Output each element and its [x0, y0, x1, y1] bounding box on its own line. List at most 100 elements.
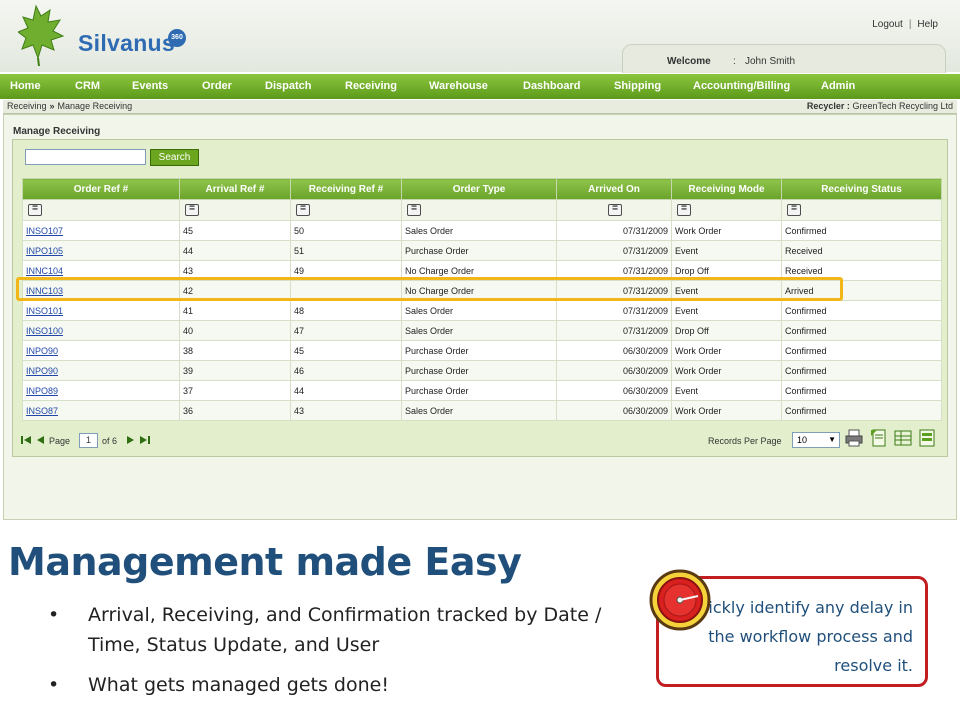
- receiving-table: Order Ref # Arrival Ref # Receiving Ref …: [22, 178, 942, 421]
- records-per-page-value: 10: [797, 435, 808, 445]
- order-ref-link[interactable]: INSO101: [26, 306, 63, 316]
- export-pdf-icon[interactable]: [870, 429, 888, 447]
- cell-order-ref[interactable]: INNC104: [22, 260, 180, 281]
- filter-button-arrived-on[interactable]: =: [608, 204, 622, 216]
- cell-arrival-ref: 36: [179, 400, 291, 421]
- search-input[interactable]: [25, 149, 146, 165]
- cell-order-ref[interactable]: INSO87: [22, 400, 180, 421]
- cell-order-type: Sales Order: [401, 300, 557, 321]
- bullet-dot: •: [48, 604, 60, 626]
- nav-warehouse[interactable]: Warehouse: [429, 80, 488, 92]
- filter-button-order-type[interactable]: =: [407, 204, 421, 216]
- chevron-down-icon: ▼: [828, 435, 836, 444]
- table-row[interactable]: INSO101 41 48 Sales Order 07/31/2009 Event Con…: [22, 300, 942, 321]
- cell-arrival-ref: 37: [179, 380, 291, 401]
- order-ref-link[interactable]: INPO90: [26, 346, 58, 356]
- column-header-arrival-ref[interactable]: Arrival Ref #: [179, 178, 291, 200]
- first-page-icon[interactable]: [21, 435, 32, 445]
- top-links-separator: |: [908, 19, 912, 30]
- order-ref-link[interactable]: INSO100: [26, 326, 63, 336]
- last-page-icon[interactable]: [139, 435, 150, 445]
- table-row[interactable]: INSO107 45 50 Sales Order 07/31/2009 Work Ord…: [22, 220, 942, 241]
- cell-receiving-mode: Work Order: [671, 340, 782, 361]
- nav-order[interactable]: Order: [202, 80, 232, 92]
- page-number-input[interactable]: 1: [79, 433, 98, 448]
- order-ref-link[interactable]: INNC104: [26, 266, 63, 276]
- cell-order-ref[interactable]: INPO90: [22, 340, 180, 361]
- help-link[interactable]: Help: [917, 19, 938, 30]
- cell-order-ref[interactable]: INPO105: [22, 240, 180, 261]
- cell-order-type: Sales Order: [401, 400, 557, 421]
- export-excel-icon[interactable]: [894, 429, 912, 447]
- cell-order-ref[interactable]: INSO100: [22, 320, 180, 341]
- column-header-order-type[interactable]: Order Type: [401, 178, 557, 200]
- cell-arrived-on: 07/31/2009: [556, 320, 672, 341]
- nav-events[interactable]: Events: [132, 80, 168, 92]
- cell-arrived-on: 06/30/2009: [556, 380, 672, 401]
- table-row[interactable]: INNC103 42 No Charge Order 07/31/2009 Event A…: [22, 280, 942, 301]
- recycler-label: Recycler :: [806, 101, 850, 111]
- table-row[interactable]: INSO100 40 47 Sales Order 07/31/2009 Drop Off…: [22, 320, 942, 341]
- nav-home[interactable]: Home: [10, 80, 41, 92]
- table-row[interactable]: INPO89 37 44 Purchase Order 06/30/2009 Event C…: [22, 380, 942, 401]
- welcome-colon: :: [733, 56, 736, 67]
- order-ref-link[interactable]: INSO107: [26, 226, 63, 236]
- recycler-value: GreenTech Recycling Ltd: [852, 101, 953, 111]
- nav-receiving[interactable]: Receiving: [345, 80, 397, 92]
- cell-order-ref[interactable]: INNC103: [22, 280, 180, 301]
- export-csv-icon[interactable]: [918, 429, 936, 447]
- main-nav: Home CRM Events Order Dispatch Receiving…: [0, 74, 960, 99]
- order-ref-link[interactable]: INPO89: [26, 386, 58, 396]
- cell-order-ref[interactable]: INSO101: [22, 300, 180, 321]
- records-per-page-select[interactable]: 10 ▼: [792, 432, 840, 448]
- previous-page-icon[interactable]: [36, 435, 45, 445]
- cell-receiving-status: Confirmed: [781, 360, 942, 381]
- column-header-receiving-mode[interactable]: Receiving Mode: [671, 178, 782, 200]
- order-ref-link[interactable]: INSO87: [26, 406, 58, 416]
- filter-button-receiving-status[interactable]: =: [787, 204, 801, 216]
- order-ref-link[interactable]: INPO90: [26, 366, 58, 376]
- logo-text: Silvanus: [78, 30, 175, 56]
- filter-button-receiving-ref[interactable]: =: [296, 204, 310, 216]
- cell-receiving-ref: 45: [290, 340, 402, 361]
- print-icon[interactable]: [845, 429, 863, 447]
- cell-receiving-mode: Work Order: [671, 220, 782, 241]
- silvanus-logo[interactable]: Silvanus 360: [16, 2, 188, 68]
- column-header-receiving-status[interactable]: Receiving Status: [781, 178, 942, 200]
- nav-dashboard[interactable]: Dashboard: [523, 80, 580, 92]
- table-row[interactable]: INSO87 36 43 Sales Order 06/30/2009 Work Orde…: [22, 400, 942, 421]
- column-header-arrived-on[interactable]: Arrived On: [556, 178, 672, 200]
- table-row[interactable]: INPO90 38 45 Purchase Order 06/30/2009 Work O…: [22, 340, 942, 361]
- welcome-user: John Smith: [745, 56, 796, 67]
- order-ref-link[interactable]: INPO105: [26, 246, 63, 256]
- receiving-app-screenshot: Silvanus 360 Logout | Help Welcome : John …: [0, 0, 960, 522]
- nav-shipping[interactable]: Shipping: [614, 80, 661, 92]
- cell-receiving-status: Confirmed: [781, 320, 942, 341]
- nav-accounting-billing[interactable]: Accounting/Billing: [693, 80, 790, 92]
- cell-order-ref[interactable]: INPO90: [22, 360, 180, 381]
- cell-receiving-mode: Event: [671, 380, 782, 401]
- cell-order-type: Purchase Order: [401, 340, 557, 361]
- logout-link[interactable]: Logout: [872, 19, 903, 30]
- breadcrumb-receiving[interactable]: Receiving: [7, 101, 47, 111]
- table-row[interactable]: INNC104 43 49 No Charge Order 07/31/2009 Drop…: [22, 260, 942, 281]
- cell-receiving-status: Confirmed: [781, 380, 942, 401]
- bullet-item: • Arrival, Receiving, and Confirmation t…: [48, 600, 608, 660]
- filter-button-receiving-mode[interactable]: =: [677, 204, 691, 216]
- welcome-box: Welcome : John Smith: [622, 44, 946, 73]
- nav-dispatch[interactable]: Dispatch: [265, 80, 311, 92]
- cell-order-ref[interactable]: INSO107: [22, 220, 180, 241]
- search-button[interactable]: Search: [150, 149, 199, 166]
- nav-crm[interactable]: CRM: [75, 80, 100, 92]
- cell-order-ref[interactable]: INPO89: [22, 380, 180, 401]
- table-row[interactable]: INPO105 44 51 Purchase Order 07/31/2009 Event…: [22, 240, 942, 261]
- filter-button-arrival-ref[interactable]: =: [185, 204, 199, 216]
- nav-admin[interactable]: Admin: [821, 80, 855, 92]
- table-row[interactable]: INPO90 39 46 Purchase Order 06/30/2009 Work O…: [22, 360, 942, 381]
- bullet-item: • What gets managed gets done!: [48, 670, 608, 700]
- next-page-icon[interactable]: [126, 435, 135, 445]
- column-header-receiving-ref[interactable]: Receiving Ref #: [290, 178, 402, 200]
- column-header-order-ref[interactable]: Order Ref #: [22, 178, 180, 200]
- filter-button-order-ref[interactable]: =: [28, 204, 42, 216]
- order-ref-link[interactable]: INNC103: [26, 286, 63, 296]
